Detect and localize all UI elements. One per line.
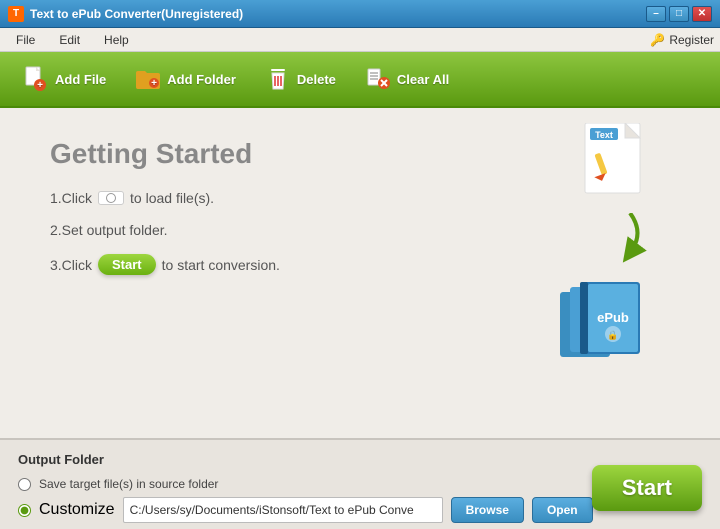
menu-edit[interactable]: Edit	[49, 31, 90, 49]
customize-radio[interactable]	[18, 504, 31, 517]
add-file-button[interactable]: + Add File	[12, 61, 116, 97]
register-button[interactable]: 🔑 Register	[650, 33, 714, 47]
clear-all-label: Clear All	[397, 72, 449, 87]
add-file-icon: +	[22, 65, 50, 93]
delete-icon	[264, 65, 292, 93]
save-source-radio[interactable]	[18, 478, 31, 491]
open-button[interactable]: Open	[532, 497, 593, 523]
browse-button[interactable]: Browse	[451, 497, 524, 523]
svg-text:Text: Text	[595, 130, 613, 140]
close-button[interactable]: ✕	[692, 6, 712, 22]
window-controls: – □ ✕	[646, 6, 712, 22]
add-folder-button[interactable]: + Add Folder	[124, 61, 246, 97]
key-icon: 🔑	[650, 33, 665, 47]
getting-started-title: Getting Started	[50, 138, 280, 170]
step3-prefix: 3.Click	[50, 257, 92, 273]
conversion-arrow	[580, 213, 680, 268]
add-folder-label: Add Folder	[167, 72, 236, 87]
epub-book-icon: ePub 🔒	[550, 272, 680, 377]
text-file-icon: Text	[580, 123, 660, 213]
main-area: Getting Started 1.Click to load file(s).…	[0, 108, 720, 438]
add-file-mini-hint	[98, 191, 124, 205]
step1-prefix: 1.Click	[50, 190, 92, 206]
register-label: Register	[669, 33, 714, 47]
output-path-input[interactable]	[123, 497, 443, 523]
app-icon: T	[8, 6, 24, 22]
illustration: Text	[550, 123, 680, 377]
start-mini-button[interactable]: Start	[98, 254, 156, 275]
output-folder-section: Output Folder Save target file(s) in sou…	[0, 438, 720, 529]
add-file-label: Add File	[55, 72, 106, 87]
step1-suffix: to load file(s).	[130, 190, 214, 206]
toolbar: + Add File + Add Folder Delete	[0, 52, 720, 108]
add-folder-icon: +	[134, 65, 162, 93]
svg-text:🔒: 🔒	[607, 330, 618, 340]
delete-button[interactable]: Delete	[254, 61, 346, 97]
svg-text:+: +	[151, 78, 157, 89]
save-source-label: Save target file(s) in source folder	[39, 477, 218, 491]
radio-icon	[106, 193, 116, 203]
start-button[interactable]: Start	[592, 465, 702, 511]
step3-suffix: to start conversion.	[162, 257, 280, 273]
menu-help[interactable]: Help	[94, 31, 139, 49]
delete-label: Delete	[297, 72, 336, 87]
title-bar-left: T Text to ePub Converter(Unregistered)	[8, 6, 243, 22]
getting-started-section: Getting Started 1.Click to load file(s).…	[50, 138, 280, 291]
customize-label: Customize	[39, 501, 115, 519]
svg-text:+: +	[37, 80, 43, 91]
step2: 2.Set output folder.	[50, 222, 280, 238]
menu-bar: File Edit Help 🔑 Register	[0, 28, 720, 52]
title-bar: T Text to ePub Converter(Unregistered) –…	[0, 0, 720, 28]
step1: 1.Click to load file(s).	[50, 190, 280, 206]
svg-text:ePub: ePub	[597, 310, 629, 325]
clear-all-button[interactable]: Clear All	[354, 61, 459, 97]
step3: 3.Click Start to start conversion.	[50, 254, 280, 275]
maximize-button[interactable]: □	[669, 6, 689, 22]
menu-file[interactable]: File	[6, 31, 45, 49]
minimize-button[interactable]: –	[646, 6, 666, 22]
app-title: Text to ePub Converter(Unregistered)	[30, 7, 243, 21]
clear-all-icon	[364, 65, 392, 93]
